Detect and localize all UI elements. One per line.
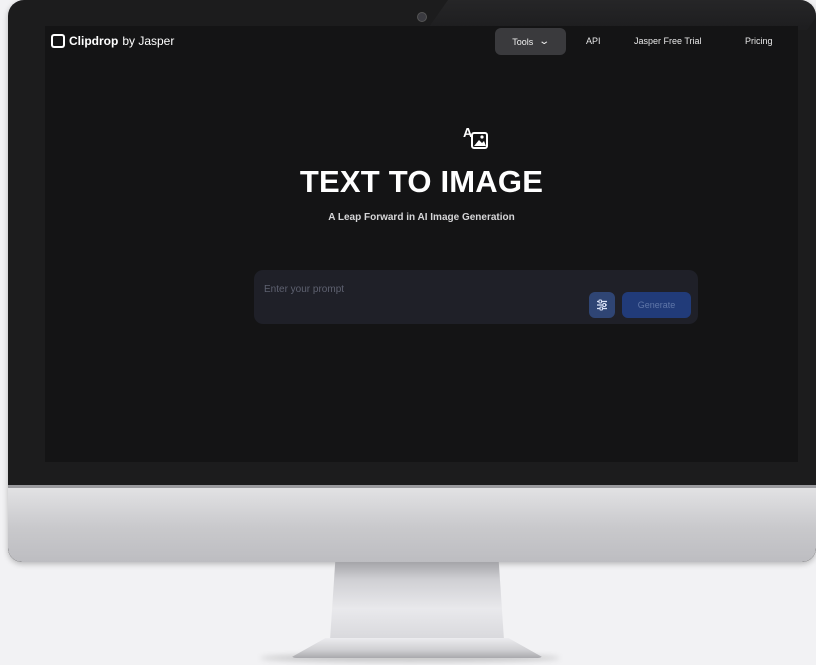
sliders-icon — [597, 299, 607, 311]
brand-logo[interactable]: Clipdrop by Jasper — [51, 34, 174, 48]
prompt-input[interactable] — [264, 280, 564, 298]
tools-dropdown-button[interactable]: Tools ⌄ — [495, 28, 566, 55]
browser-screen: Clipdrop by Jasper Tools ⌄ API Jasper Fr… — [45, 26, 798, 462]
brand-name: Clipdrop — [69, 34, 119, 48]
settings-button[interactable] — [589, 292, 615, 318]
prompt-container: Generate — [254, 270, 698, 324]
page-subtitle: A Leap Forward in AI Image Generation — [328, 212, 515, 223]
monitor-chin — [8, 485, 816, 562]
nav-link-free-trial[interactable]: Jasper Free Trial — [634, 36, 702, 46]
brand-suffix: by Jasper — [122, 34, 175, 48]
text-to-image-icon: A — [463, 124, 489, 150]
generate-button[interactable]: Generate — [622, 292, 691, 318]
monitor-stand-base — [290, 638, 544, 658]
webcam — [417, 12, 427, 22]
tools-label: Tools — [512, 36, 534, 47]
nav-link-api[interactable]: API — [586, 36, 601, 46]
page-title: TEXT TO IMAGE — [299, 164, 544, 199]
clipdrop-logo-icon — [51, 34, 65, 48]
nav-link-pricing[interactable]: Pricing — [745, 36, 773, 46]
monitor-frame: Clipdrop by Jasper Tools ⌄ API Jasper Fr… — [8, 0, 816, 562]
monitor-stand-neck — [330, 562, 504, 640]
top-navigation: Clipdrop by Jasper Tools ⌄ API Jasper Fr… — [45, 26, 798, 56]
chevron-down-icon: ⌄ — [538, 35, 551, 47]
